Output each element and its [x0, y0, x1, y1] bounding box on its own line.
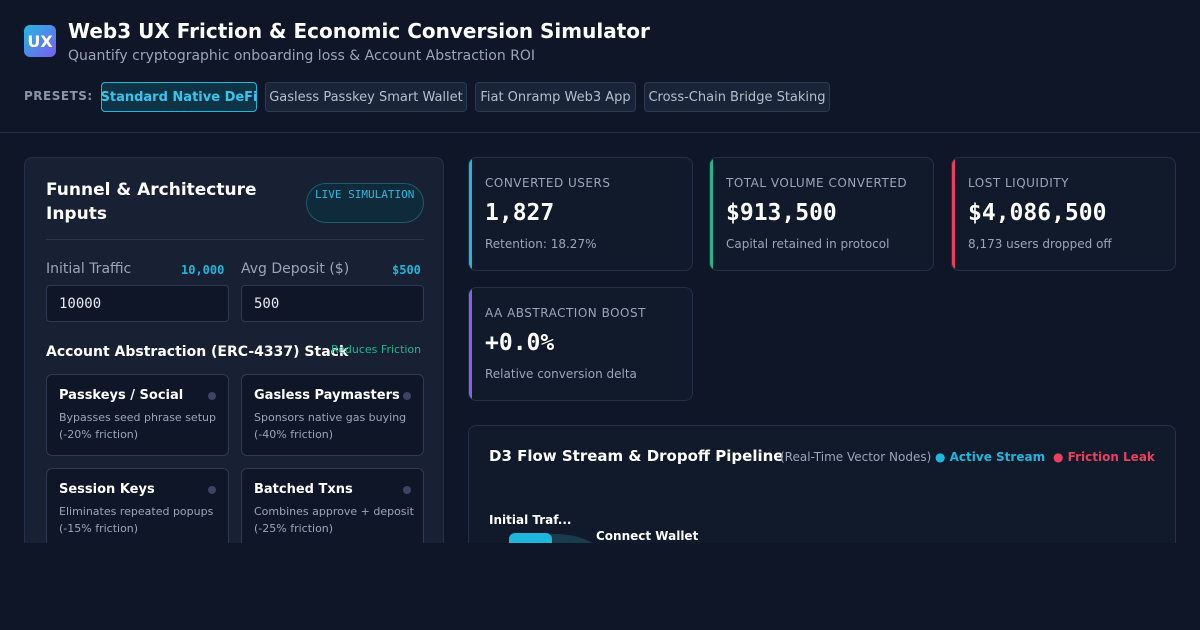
aa-stack-hint: Reduces Friction — [331, 343, 422, 356]
stat-value: $913,500 — [726, 200, 837, 226]
deposit-value-readout: $500 — [392, 263, 421, 277]
stat-note: Relative conversion delta — [485, 367, 637, 381]
app-logo: UX — [24, 25, 56, 57]
panel-divider — [46, 239, 424, 240]
app-header: UX Web3 UX Friction & Economic Conversio… — [0, 0, 1200, 133]
passkeys-social-toggle-card[interactable]: Passkeys / Social Bypasses seed phrase s… — [46, 374, 229, 456]
gasless-paymasters-toggle-card[interactable]: Gasless Paymasters Sponsors native gas b… — [241, 374, 424, 456]
card-description: Eliminates repeated popups (-15% frictio… — [59, 505, 214, 535]
card-title: Gasless Paymasters — [254, 388, 400, 403]
card-title: Session Keys — [59, 482, 155, 497]
funnel-inputs-panel: Funnel & Architecture Inputs LIVE SIMULA… — [24, 157, 444, 577]
traffic-value-readout: 10,000 — [181, 263, 225, 277]
stat-value: +0.0% — [485, 330, 555, 356]
stat-value: $4,086,500 — [968, 200, 1107, 226]
preset-gasless-passkey-button[interactable]: Gasless Passkey Smart Wallet — [265, 82, 467, 112]
stat-accent-bar — [952, 158, 955, 270]
stat-note: 8,173 users dropped off — [968, 237, 1112, 251]
deposit-label: Avg Deposit ($) — [241, 261, 350, 277]
stat-note: Capital retained in protocol — [726, 237, 890, 251]
preset-standard-native-defi-button[interactable]: Standard Native DeFi — [101, 82, 258, 112]
aa-stack-title: Account Abstraction (ERC-4337) Stack — [46, 344, 349, 360]
app-subtitle: Quantify cryptographic onboarding loss &… — [68, 48, 536, 64]
stat-label: TOTAL VOLUME CONVERTED — [726, 176, 908, 190]
total-volume-stat: TOTAL VOLUME CONVERTED $913,500 Capital … — [709, 157, 934, 271]
traffic-label: Initial Traffic — [46, 261, 132, 277]
toggle-indicator-icon — [403, 486, 411, 494]
session-keys-toggle-card[interactable]: Session Keys Eliminates repeated popups … — [46, 468, 229, 550]
toggle-indicator-icon — [403, 392, 411, 400]
lost-liquidity-stat: LOST LIQUIDITY $4,086,500 8,173 users dr… — [951, 157, 1176, 271]
preset-fiat-onramp-button[interactable]: Fiat Onramp Web3 App — [475, 82, 636, 112]
card-description: Bypasses seed phrase setup (-20% frictio… — [59, 411, 216, 441]
aa-boost-stat: AA ABSTRACTION BOOST +0.0% Relative conv… — [468, 287, 693, 401]
stat-accent-bar — [710, 158, 713, 270]
traffic-input[interactable] — [46, 285, 229, 322]
batched-txns-toggle-card[interactable]: Batched Txns Combines approve + deposit … — [241, 468, 424, 550]
card-title: Batched Txns — [254, 482, 353, 497]
converted-users-stat: CONVERTED USERS 1,827 Retention: 18.27% — [468, 157, 693, 271]
stat-accent-bar — [469, 288, 472, 400]
stat-accent-bar — [469, 158, 472, 270]
stat-label: AA ABSTRACTION BOOST — [485, 306, 646, 320]
card-description: Combines approve + deposit (-25% frictio… — [254, 505, 414, 535]
stat-value: 1,827 — [485, 200, 555, 226]
toggle-indicator-icon — [208, 392, 216, 400]
card-title: Passkeys / Social — [59, 388, 184, 403]
preset-cross-chain-bridge-button[interactable]: Cross-Chain Bridge Staking — [644, 82, 830, 112]
toggle-indicator-icon — [208, 486, 216, 494]
deposit-input[interactable] — [241, 285, 424, 322]
presets-label: PRESETS: — [24, 89, 93, 103]
card-description: Sponsors native gas buying (-40% frictio… — [254, 411, 407, 441]
page-background — [0, 543, 1200, 630]
stat-label: LOST LIQUIDITY — [968, 176, 1069, 190]
panel-title: Funnel & Architecture Inputs — [46, 180, 257, 224]
app-title: Web3 UX Friction & Economic Conversion S… — [68, 19, 650, 43]
stat-label: CONVERTED USERS — [485, 176, 611, 190]
live-simulation-badge: LIVE SIMULATION — [306, 183, 424, 223]
stat-note: Retention: 18.27% — [485, 237, 597, 251]
